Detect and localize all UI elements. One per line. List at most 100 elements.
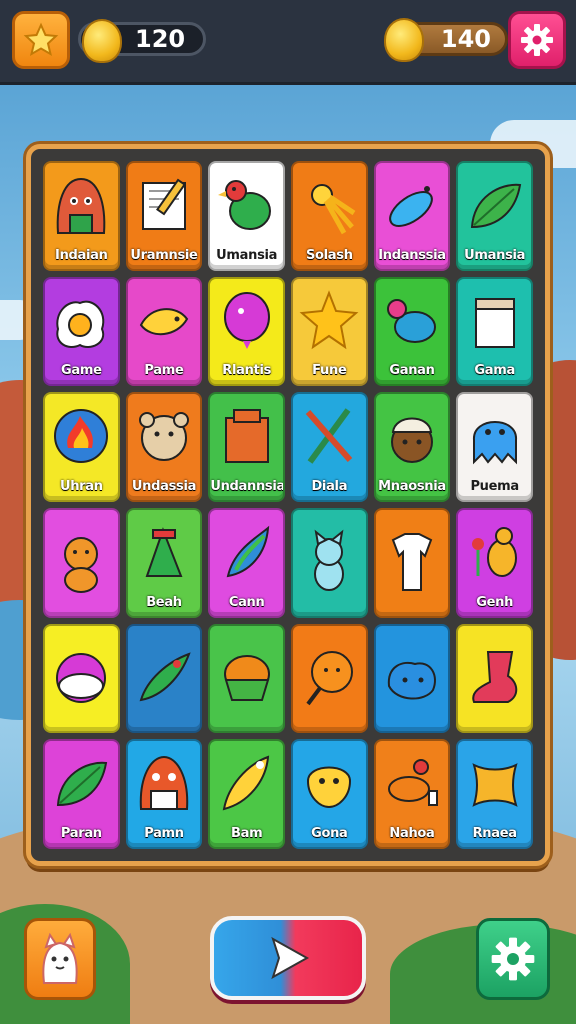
tile-label: Genh [476,594,514,610]
board-tile[interactable] [373,507,451,618]
board-tile[interactable]: Solash [290,161,368,271]
settings-button-top[interactable] [508,11,566,69]
board-tile[interactable] [125,623,203,734]
sun-rocket-icon [311,184,356,235]
bear-face-icon [138,412,189,462]
board-tile[interactable]: Ganan [373,276,451,387]
tile-label: Undassia [131,478,197,494]
board-tile[interactable]: Pamn [125,739,203,849]
board-tile[interactable]: Indaian [43,161,120,271]
tile-label: Paran [60,825,102,841]
tile-label: Uramnsie [130,247,198,263]
board-tile[interactable] [373,623,451,734]
board-tile[interactable]: Uhran [43,392,120,502]
ghost-character-icon [42,932,78,984]
left-counter-value: 120 [135,25,186,53]
tile-label: Gama [474,363,515,379]
bell-coin-icon [82,19,122,63]
board-tile[interactable]: Bam [208,739,285,849]
board-tile[interactable]: Game [43,276,120,387]
star-icon [299,289,359,349]
crossed-sticks-icon [306,408,353,465]
crate-icon [224,409,269,464]
board-tile[interactable] [43,507,120,618]
tile-label: Bam [230,825,263,841]
green-leaf-icon [57,762,108,807]
tile-label: Puema [470,478,519,494]
green-bundle-icon [145,527,183,577]
green-face-icon [223,654,270,701]
leaf-icon [470,183,521,229]
board-tile[interactable]: Cann [208,507,285,618]
game-board: Indaian Uramnsie Umansia Solash Indanssia Uma… [26,144,550,866]
tile-label: Rlantis [222,363,272,379]
settings-button-bottom[interactable] [476,918,550,1000]
board-tile[interactable]: Rlantis [208,276,285,387]
tile-label: Fune [312,363,347,379]
play-button[interactable] [210,916,366,1000]
carrot-leaf-icon [226,525,269,578]
board-tile[interactable] [456,623,533,734]
fire-ball-icon [54,409,109,464]
balloon-icon [223,291,270,349]
tile-label: Diala [311,478,348,494]
tile-label: Indaian [55,247,108,263]
board-tile[interactable]: Gona [290,739,368,849]
board-tile[interactable]: Genh [456,507,533,618]
board-tile[interactable]: Puema [456,392,533,502]
board-tile[interactable]: Undassia [125,392,203,502]
star-icon [23,22,59,57]
board-tile[interactable]: Indanssia [373,161,451,271]
board-tile[interactable]: Nahoa [373,739,451,849]
board-tile[interactable]: Fune [290,276,368,387]
play-arrow-icon [271,936,310,980]
board-tile[interactable]: Diala [290,392,368,502]
board-tile[interactable]: Gama [456,276,533,387]
gear-icon [491,937,535,981]
blue-fish-icon [389,186,433,227]
coin-icon [384,18,424,62]
board-tile[interactable]: Undannsia [208,392,285,502]
orange-hood-icon [139,756,189,811]
yellow-rocket-icon [222,755,269,811]
board-tile[interactable]: Paran [43,739,120,849]
board-tile[interactable] [290,507,368,618]
tile-label: Beah [146,594,182,610]
red-boot-icon [471,650,517,703]
tile-grid: Indaian Uramnsie Umansia Solash Indanssia Uma… [43,161,533,849]
hooded-face-icon [57,177,106,234]
board-tile[interactable]: Mnaosnia [373,392,451,502]
board-tile[interactable]: Beah [125,507,203,618]
shirt-icon [391,532,433,591]
board-tile[interactable] [290,623,368,734]
orange-lollipop-icon [306,650,354,705]
tile-label: Rnaea [472,825,517,841]
bird-icon [386,298,436,343]
tile-label: Pame [144,363,184,379]
board-tile[interactable] [43,623,120,734]
box-icon [474,297,515,348]
tile-label: Uhran [59,478,103,494]
tile-label: Solash [305,247,353,263]
top-hud-bar: 120 140 [0,0,576,82]
character-button[interactable] [24,918,96,1000]
bear-icon [64,536,99,593]
board-tile[interactable]: Umansia [456,161,533,271]
cat-icon [314,529,345,591]
green-rocket-icon [139,651,191,701]
board-tile[interactable]: Uramnsie [125,161,203,271]
board-tile[interactable]: Umansia [208,161,285,271]
tile-label: Cann [228,594,265,610]
gear-icon [521,24,553,56]
board-tile[interactable]: Pame [125,276,203,387]
tile-label: Pamn [144,825,184,841]
notepad-pencil-icon [141,178,186,230]
tile-label: Umansia [216,247,278,263]
acorn-face-icon [390,417,433,464]
board-tile[interactable]: Rnaea [456,739,533,849]
tile-label: Undannsia [210,478,285,494]
star-button[interactable] [12,11,70,69]
board-tile[interactable] [208,623,285,734]
fried-egg-icon [56,300,105,348]
yellow-fish-icon [139,307,189,335]
